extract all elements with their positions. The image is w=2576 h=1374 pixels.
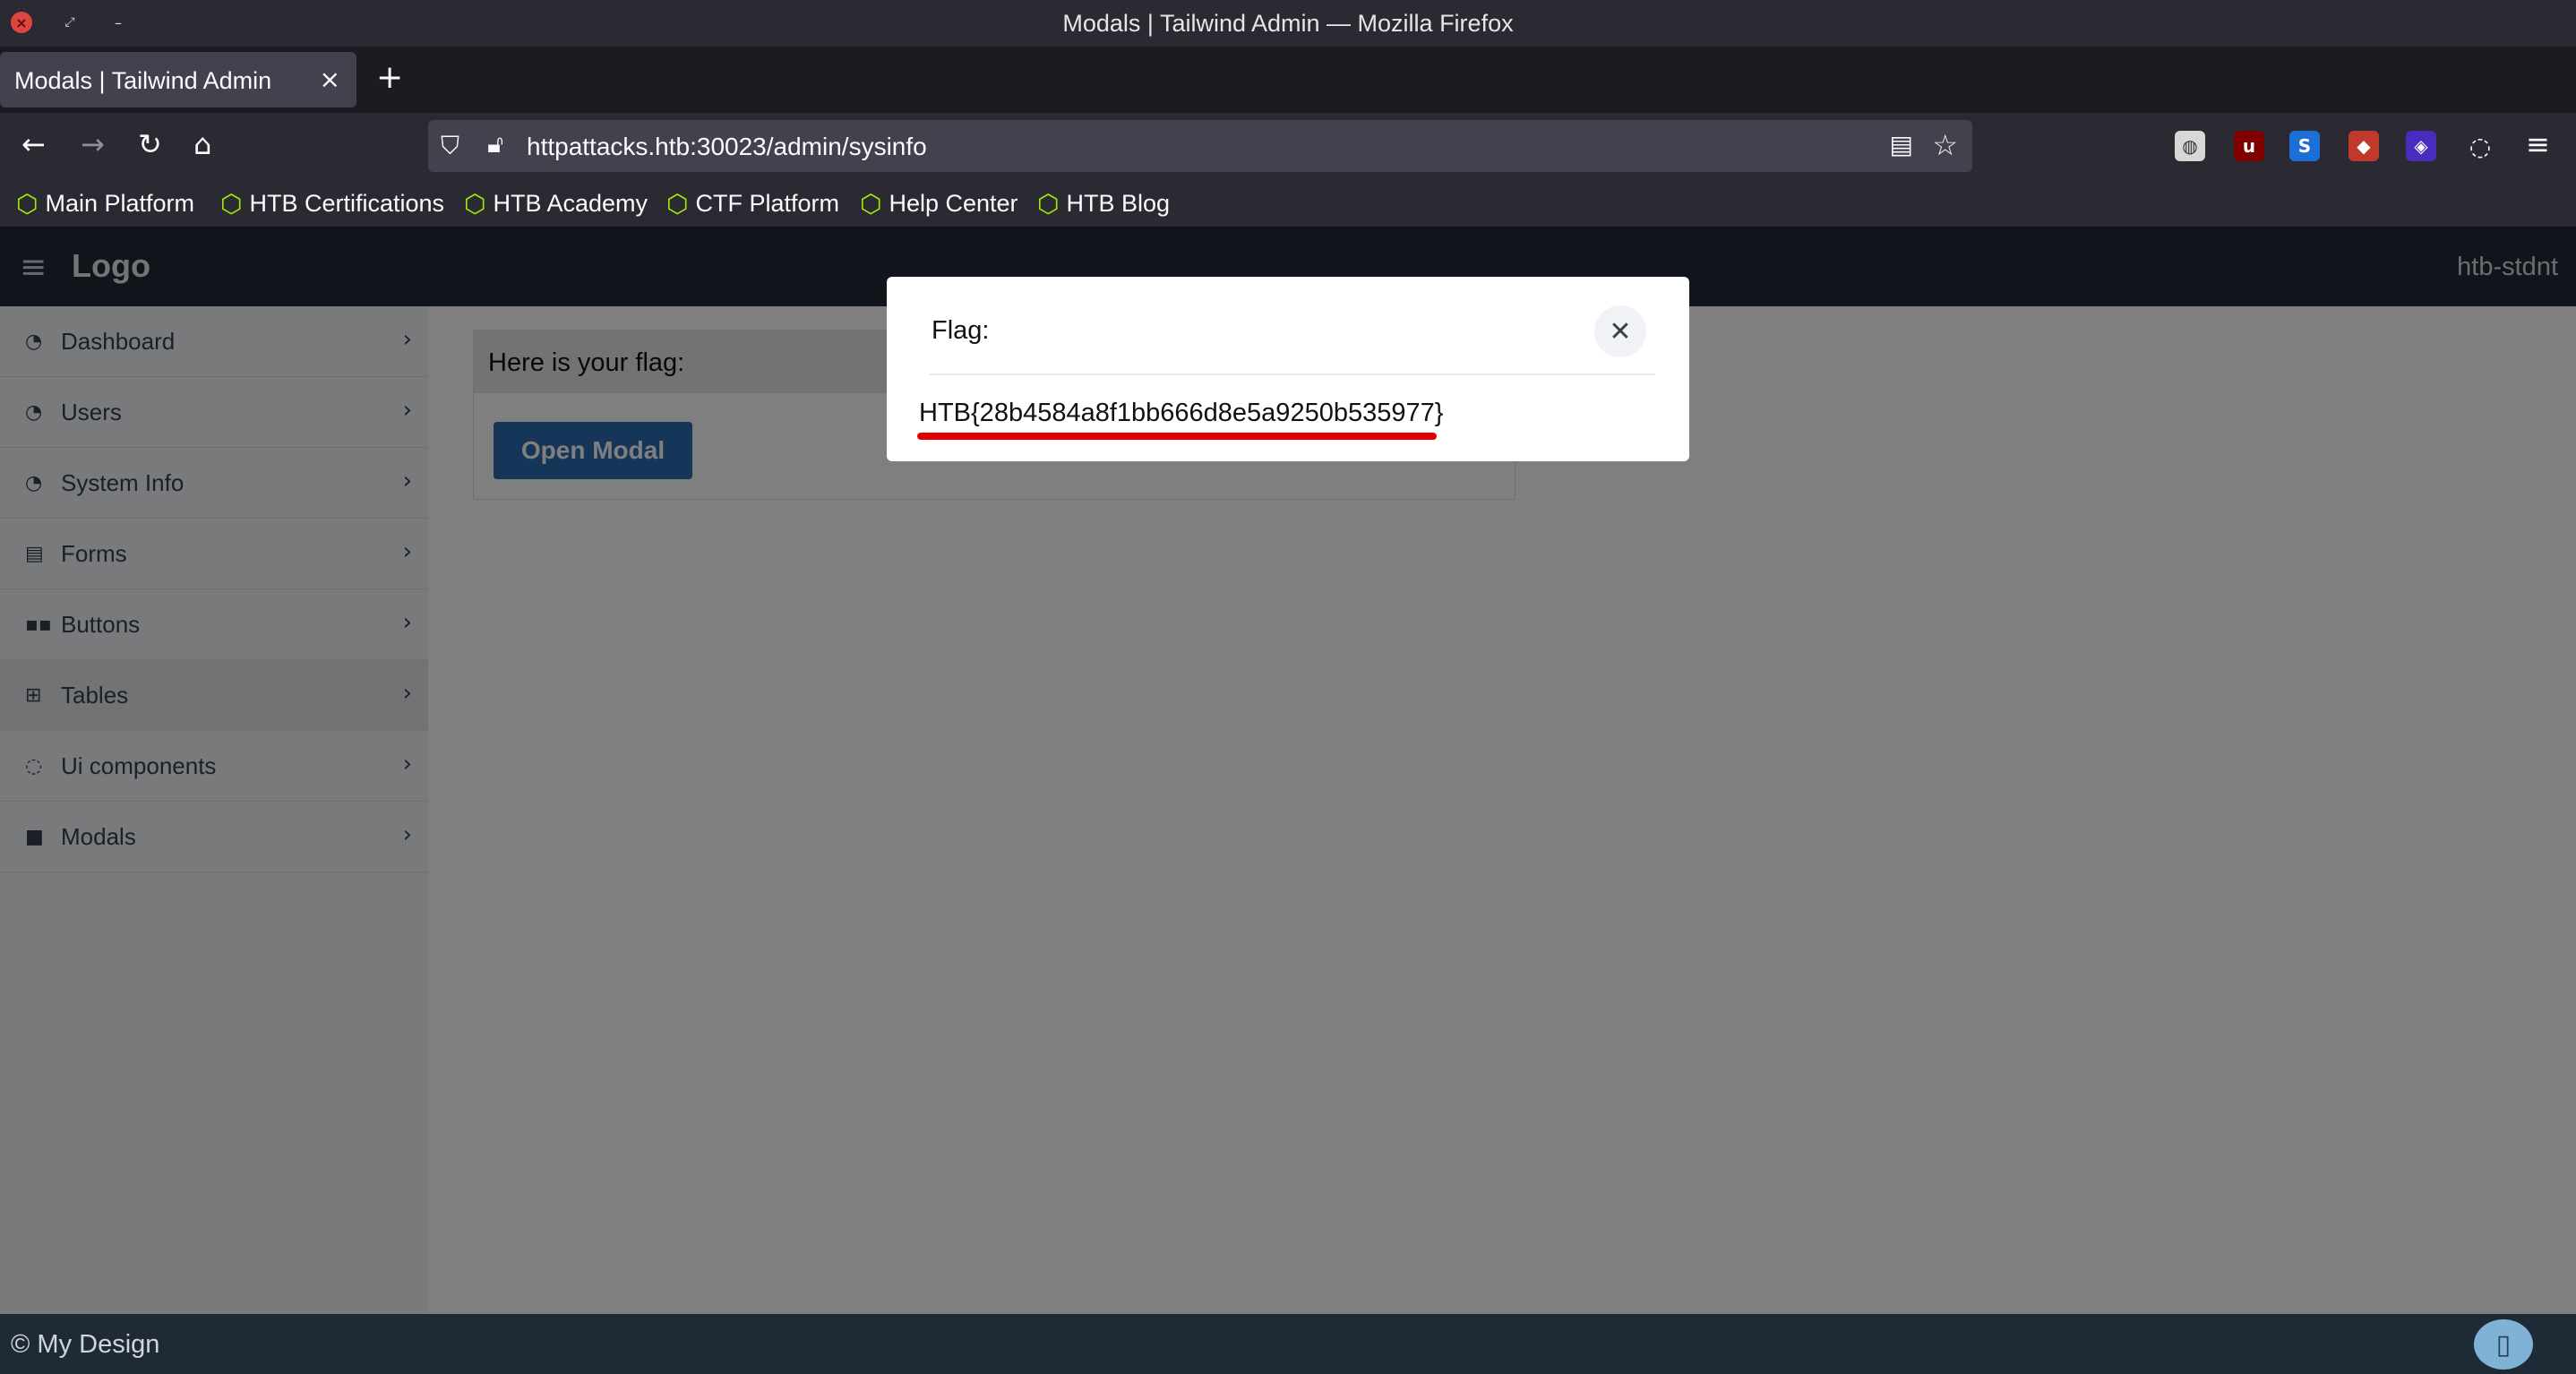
flag-modal: Flag: ✕ HTB{28b4584a8f1bb666d8e5a9250b53… bbox=[887, 277, 1689, 461]
url-bar[interactable]: ⛉ 🔓︎ httpattacks.htb:30023/admin/sysinfo… bbox=[428, 120, 1972, 172]
cube-icon: ⬡ bbox=[220, 189, 243, 219]
bookmark-label: HTB Blog bbox=[1066, 190, 1170, 217]
new-tab-icon[interactable]: + bbox=[376, 59, 403, 96]
cube-icon: ⬡ bbox=[464, 189, 486, 219]
back-arrow-icon[interactable]: ← bbox=[21, 127, 46, 161]
modal-title: Flag: bbox=[932, 316, 990, 345]
cube-icon: ⬡ bbox=[860, 189, 882, 219]
bookmark-item[interactable]: ⬡ HTB Blog bbox=[1037, 189, 1170, 219]
bookmark-star-icon[interactable]: ☆ bbox=[1932, 128, 1958, 162]
close-icon[interactable]: ✕ bbox=[1594, 305, 1646, 357]
bookmark-label: Main Platform bbox=[45, 190, 195, 217]
tracking-shield-icon[interactable]: ⛉ bbox=[441, 131, 459, 161]
s-icon[interactable]: S bbox=[2289, 131, 2320, 161]
reload-icon[interactable]: ↻ bbox=[138, 127, 162, 161]
bookmark-label: CTF Platform bbox=[695, 190, 839, 217]
web-page: ≡ Logo htb-stdnt ◔Dashboard› ◔Users› ◔Sy… bbox=[0, 228, 2576, 1374]
reader-view-icon[interactable]: ▤ bbox=[1890, 130, 1913, 159]
url-text[interactable]: httpattacks.htb:30023/admin/sysinfo bbox=[527, 133, 927, 161]
bookmark-item[interactable]: ⬡ Help Center bbox=[860, 189, 1018, 219]
bookmark-label: HTB Certifications bbox=[249, 190, 445, 217]
ublock-icon[interactable]: u bbox=[2234, 131, 2264, 161]
bookmark-item[interactable]: ⬡ CTF Platform bbox=[666, 189, 839, 219]
menu-icon[interactable]: ≡ bbox=[2526, 127, 2550, 161]
diamond-icon[interactable]: ◈ bbox=[2406, 131, 2436, 161]
footer-text: © My Design bbox=[11, 1330, 160, 1359]
browser-tab[interactable]: Modals | Tailwind Admin × bbox=[0, 52, 356, 107]
forward-arrow-icon[interactable]: → bbox=[81, 127, 105, 161]
ext-icon-1[interactable]: ◍ bbox=[2175, 131, 2205, 161]
tab-bar: Modals | Tailwind Admin × + bbox=[0, 47, 2576, 113]
flag-value: HTB{28b4584a8f1bb666d8e5a9250b535977} bbox=[919, 399, 1444, 427]
cookie-icon[interactable]: ◌ bbox=[2465, 131, 2495, 161]
tab-close-icon[interactable]: × bbox=[320, 64, 340, 94]
bookmark-label: HTB Academy bbox=[493, 190, 648, 217]
bookmark-item[interactable]: ⬡ HTB Academy bbox=[464, 189, 648, 219]
nav-toolbar: ← → ↻ ⌂ ⛉ 🔓︎ httpattacks.htb:30023/admin… bbox=[0, 113, 2576, 179]
tab-title: Modals | Tailwind Admin bbox=[14, 67, 272, 94]
insecure-lock-icon[interactable]: 🔓︎ bbox=[487, 129, 503, 159]
home-icon[interactable]: ⌂ bbox=[193, 127, 211, 161]
modal-divider bbox=[930, 374, 1655, 375]
clipboard-icon[interactable]: ▯ bbox=[2474, 1319, 2533, 1370]
window-title: Modals | Tailwind Admin — Mozilla Firefo… bbox=[1062, 10, 1514, 37]
cube-icon: ⬡ bbox=[666, 189, 689, 219]
red-underline-annotation bbox=[917, 433, 1437, 440]
bookmark-label: Help Center bbox=[889, 190, 1018, 217]
cube-icon: ⬡ bbox=[16, 189, 39, 219]
bookmarks-bar: ⬡ Main Platform ⬡ HTB Certifications ⬡ HTB … bbox=[0, 179, 2576, 228]
bookmark-item[interactable]: ⬡ HTB Certifications bbox=[220, 189, 444, 219]
bookmark-item[interactable]: ⬡ Main Platform bbox=[16, 189, 194, 219]
window-titlebar: × ⤢ – Modals | Tailwind Admin — Mozilla … bbox=[0, 0, 2576, 47]
footer: © My Design ▯ bbox=[0, 1314, 2576, 1374]
fox-icon[interactable]: ◆ bbox=[2348, 131, 2379, 161]
cube-icon: ⬡ bbox=[1037, 189, 1060, 219]
